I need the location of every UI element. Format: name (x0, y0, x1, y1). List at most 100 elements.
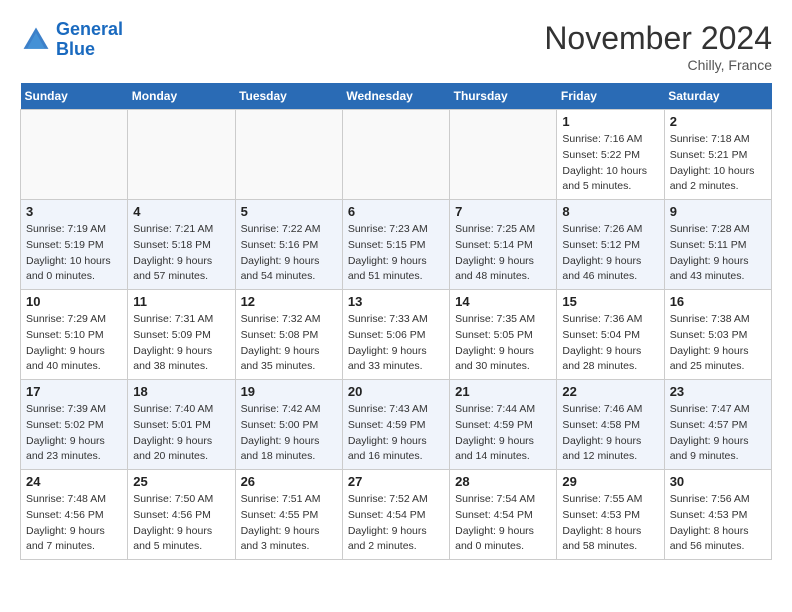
day-number: 18 (133, 384, 229, 399)
day-number: 11 (133, 294, 229, 309)
day-number: 9 (670, 204, 766, 219)
weekday-header: Sunday (21, 83, 128, 110)
day-number: 6 (348, 204, 444, 219)
day-info: Sunrise: 7:40 AM Sunset: 5:01 PM Dayligh… (133, 402, 229, 465)
calendar-cell: 18 Sunrise: 7:40 AM Sunset: 5:01 PM Dayli… (128, 380, 235, 470)
calendar-week-row: 10Sunrise: 7:29 AM Sunset: 5:10 PM Dayli… (21, 290, 772, 380)
calendar-cell: 20Sunrise: 7:43 AM Sunset: 4:59 PM Dayli… (342, 380, 449, 470)
calendar-cell: 11 Sunrise: 7:31 AM Sunset: 5:09 PM Dayli… (128, 290, 235, 380)
weekday-header: Friday (557, 83, 664, 110)
calendar-cell: 9 Sunrise: 7:28 AM Sunset: 5:11 PM Daylig… (664, 200, 771, 290)
location-subtitle: Chilly, France (544, 57, 772, 73)
day-info: Sunrise: 7:31 AM Sunset: 5:09 PM Dayligh… (133, 312, 229, 375)
calendar-week-row: 3 Sunrise: 7:19 AM Sunset: 5:19 PM Daylig… (21, 200, 772, 290)
calendar-cell: 29 Sunrise: 7:55 AM Sunset: 4:53 PM Dayli… (557, 470, 664, 560)
weekday-header: Thursday (450, 83, 557, 110)
page-header: General Blue November 2024 Chilly, Franc… (20, 20, 772, 73)
day-info: Sunrise: 7:50 AM Sunset: 4:56 PM Dayligh… (133, 492, 229, 555)
day-info: Sunrise: 7:21 AM Sunset: 5:18 PM Dayligh… (133, 222, 229, 285)
day-info: Sunrise: 7:52 AM Sunset: 4:54 PM Dayligh… (348, 492, 444, 555)
logo-icon (20, 24, 52, 56)
day-info: Sunrise: 7:51 AM Sunset: 4:55 PM Dayligh… (241, 492, 337, 555)
day-number: 28 (455, 474, 551, 489)
day-info: Sunrise: 7:47 AM Sunset: 4:57 PM Dayligh… (670, 402, 766, 465)
calendar-cell: 3 Sunrise: 7:19 AM Sunset: 5:19 PM Daylig… (21, 200, 128, 290)
day-number: 25 (133, 474, 229, 489)
calendar-cell: 24Sunrise: 7:48 AM Sunset: 4:56 PM Dayli… (21, 470, 128, 560)
calendar-cell: 5Sunrise: 7:22 AM Sunset: 5:16 PM Daylig… (235, 200, 342, 290)
weekday-header: Saturday (664, 83, 771, 110)
day-number: 23 (670, 384, 766, 399)
calendar-cell: 6 Sunrise: 7:23 AM Sunset: 5:15 PM Daylig… (342, 200, 449, 290)
calendar-cell: 26Sunrise: 7:51 AM Sunset: 4:55 PM Dayli… (235, 470, 342, 560)
logo-line2: Blue (56, 39, 95, 59)
day-number: 4 (133, 204, 229, 219)
calendar-cell: 30 Sunrise: 7:56 AM Sunset: 4:53 PM Dayli… (664, 470, 771, 560)
weekday-header: Monday (128, 83, 235, 110)
day-info: Sunrise: 7:42 AM Sunset: 5:00 PM Dayligh… (241, 402, 337, 465)
calendar-cell (128, 110, 235, 200)
calendar-week-row: 1 Sunrise: 7:16 AM Sunset: 5:22 PM Daylig… (21, 110, 772, 200)
day-number: 19 (241, 384, 337, 399)
day-info: Sunrise: 7:35 AM Sunset: 5:05 PM Dayligh… (455, 312, 551, 375)
calendar-header-row: SundayMondayTuesdayWednesdayThursdayFrid… (21, 83, 772, 110)
calendar-cell: 22Sunrise: 7:46 AM Sunset: 4:58 PM Dayli… (557, 380, 664, 470)
day-number: 8 (562, 204, 658, 219)
calendar-cell: 1 Sunrise: 7:16 AM Sunset: 5:22 PM Daylig… (557, 110, 664, 200)
day-info: Sunrise: 7:54 AM Sunset: 4:54 PM Dayligh… (455, 492, 551, 555)
weekday-header: Wednesday (342, 83, 449, 110)
title-block: November 2024 Chilly, France (544, 20, 772, 73)
calendar-cell: 7Sunrise: 7:25 AM Sunset: 5:14 PM Daylig… (450, 200, 557, 290)
day-number: 5 (241, 204, 337, 219)
day-info: Sunrise: 7:36 AM Sunset: 5:04 PM Dayligh… (562, 312, 658, 375)
calendar-cell: 12 Sunrise: 7:32 AM Sunset: 5:08 PM Dayli… (235, 290, 342, 380)
day-number: 14 (455, 294, 551, 309)
day-number: 1 (562, 114, 658, 129)
day-number: 17 (26, 384, 122, 399)
day-number: 30 (670, 474, 766, 489)
day-info: Sunrise: 7:39 AM Sunset: 5:02 PM Dayligh… (26, 402, 122, 465)
day-number: 3 (26, 204, 122, 219)
day-number: 24 (26, 474, 122, 489)
day-number: 15 (562, 294, 658, 309)
calendar-cell: 8 Sunrise: 7:26 AM Sunset: 5:12 PM Daylig… (557, 200, 664, 290)
calendar-cell (235, 110, 342, 200)
logo-line1: General (56, 19, 123, 39)
day-number: 13 (348, 294, 444, 309)
logo-text: General Blue (56, 20, 123, 60)
day-info: Sunrise: 7:55 AM Sunset: 4:53 PM Dayligh… (562, 492, 658, 555)
calendar-body: 1 Sunrise: 7:16 AM Sunset: 5:22 PM Daylig… (21, 110, 772, 560)
calendar-cell: 16Sunrise: 7:38 AM Sunset: 5:03 PM Dayli… (664, 290, 771, 380)
month-title: November 2024 (544, 20, 772, 57)
calendar-cell: 25 Sunrise: 7:50 AM Sunset: 4:56 PM Dayli… (128, 470, 235, 560)
day-number: 7 (455, 204, 551, 219)
day-info: Sunrise: 7:23 AM Sunset: 5:15 PM Dayligh… (348, 222, 444, 285)
calendar-cell (342, 110, 449, 200)
day-info: Sunrise: 7:28 AM Sunset: 5:11 PM Dayligh… (670, 222, 766, 285)
calendar-cell (21, 110, 128, 200)
calendar-cell: 27 Sunrise: 7:52 AM Sunset: 4:54 PM Dayli… (342, 470, 449, 560)
calendar-week-row: 24Sunrise: 7:48 AM Sunset: 4:56 PM Dayli… (21, 470, 772, 560)
calendar-week-row: 17 Sunrise: 7:39 AM Sunset: 5:02 PM Dayli… (21, 380, 772, 470)
day-number: 27 (348, 474, 444, 489)
day-info: Sunrise: 7:32 AM Sunset: 5:08 PM Dayligh… (241, 312, 337, 375)
day-info: Sunrise: 7:16 AM Sunset: 5:22 PM Dayligh… (562, 132, 658, 195)
calendar-cell: 23 Sunrise: 7:47 AM Sunset: 4:57 PM Dayli… (664, 380, 771, 470)
day-info: Sunrise: 7:18 AM Sunset: 5:21 PM Dayligh… (670, 132, 766, 195)
day-info: Sunrise: 7:56 AM Sunset: 4:53 PM Dayligh… (670, 492, 766, 555)
day-number: 29 (562, 474, 658, 489)
calendar-cell: 4 Sunrise: 7:21 AM Sunset: 5:18 PM Daylig… (128, 200, 235, 290)
day-number: 16 (670, 294, 766, 309)
day-number: 12 (241, 294, 337, 309)
day-number: 2 (670, 114, 766, 129)
calendar-cell: 13Sunrise: 7:33 AM Sunset: 5:06 PM Dayli… (342, 290, 449, 380)
calendar-cell: 14 Sunrise: 7:35 AM Sunset: 5:05 PM Dayli… (450, 290, 557, 380)
day-info: Sunrise: 7:19 AM Sunset: 5:19 PM Dayligh… (26, 222, 122, 285)
calendar-cell: 21 Sunrise: 7:44 AM Sunset: 4:59 PM Dayli… (450, 380, 557, 470)
day-number: 21 (455, 384, 551, 399)
day-info: Sunrise: 7:26 AM Sunset: 5:12 PM Dayligh… (562, 222, 658, 285)
day-number: 22 (562, 384, 658, 399)
day-info: Sunrise: 7:43 AM Sunset: 4:59 PM Dayligh… (348, 402, 444, 465)
day-info: Sunrise: 7:44 AM Sunset: 4:59 PM Dayligh… (455, 402, 551, 465)
calendar-cell: 17 Sunrise: 7:39 AM Sunset: 5:02 PM Dayli… (21, 380, 128, 470)
